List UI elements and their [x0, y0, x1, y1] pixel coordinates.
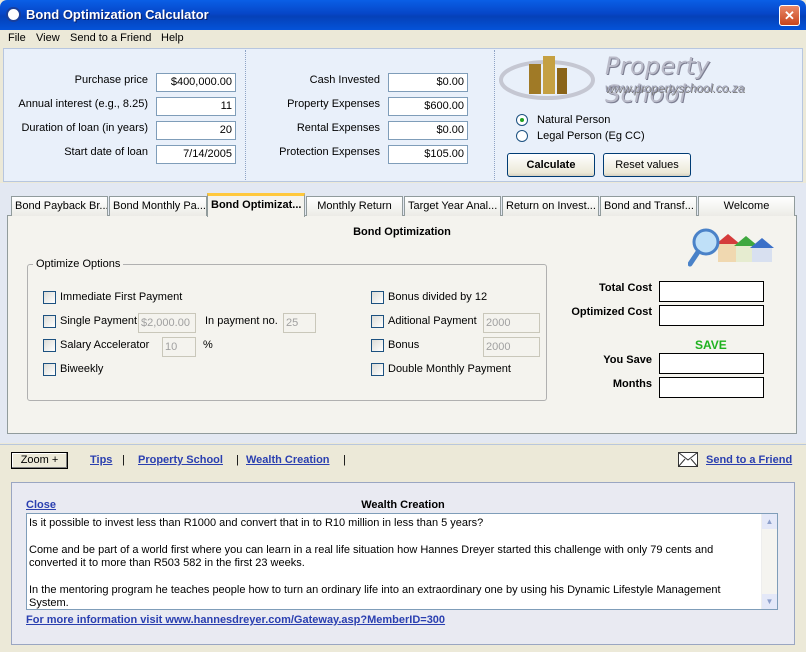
link-separator: |: [343, 454, 346, 466]
natural-person-label: Natural Person: [537, 114, 611, 126]
paragraph: Come and be part of a world first where …: [29, 544, 714, 569]
menu-file[interactable]: File: [8, 32, 26, 44]
bonus-checkbox[interactable]: [371, 339, 384, 352]
wealth-creation-text: Is it possible to invest less than R1000…: [26, 513, 778, 610]
property-school-link[interactable]: Property School: [138, 454, 223, 466]
houses-magnifier-icon: [688, 228, 774, 267]
more-info-link[interactable]: For more information visit www.hannesdre…: [26, 614, 445, 626]
salary-accelerator-label: Salary Accelerator: [60, 339, 150, 351]
percent-sign: %: [203, 339, 213, 351]
tab-bond-payback[interactable]: Bond Payback Br...: [11, 196, 108, 216]
tab-bond-optimization[interactable]: Bond Optimizat...: [207, 193, 305, 217]
optimize-options-legend: Optimize Options: [33, 258, 124, 270]
aditional-payment-input[interactable]: 2000: [483, 313, 540, 333]
biweekly-label: Biweekly: [60, 363, 104, 375]
send-to-friend-link[interactable]: Send to a Friend: [706, 454, 792, 466]
link-separator: |: [236, 454, 239, 466]
biweekly-checkbox[interactable]: [43, 363, 56, 376]
tips-link[interactable]: Tips: [90, 454, 112, 466]
cash-invested-input[interactable]: $0.00: [388, 73, 468, 92]
immediate-first-payment-checkbox[interactable]: [43, 291, 56, 304]
close-button[interactable]: ✕: [779, 5, 800, 26]
tab-bond-and-transfer[interactable]: Bond and Transf...: [600, 196, 697, 216]
menu-send-to-a-friend[interactable]: Send to a Friend: [70, 32, 151, 44]
tab-return-on-investment[interactable]: Return on Invest...: [502, 196, 599, 216]
window-title: Bond Optimization Calculator: [26, 7, 209, 22]
divider: [245, 50, 246, 180]
divider: [494, 50, 495, 180]
you-save-label: You Save: [603, 354, 652, 366]
you-save-output: [659, 353, 764, 374]
logo-url: www.propertyschool.co.za: [605, 81, 745, 95]
property-expenses-input[interactable]: $600.00: [388, 97, 468, 116]
salary-accelerator-checkbox[interactable]: [43, 339, 56, 352]
optimized-cost-output: [659, 305, 764, 326]
purchase-price-input[interactable]: $400,000.00: [156, 73, 236, 92]
in-payment-no-input[interactable]: 25: [283, 313, 316, 333]
bonus-divided-label: Bonus divided by 12: [388, 291, 488, 303]
rental-expenses-input[interactable]: $0.00: [388, 121, 468, 140]
tab-target-year-analysis[interactable]: Target Year Anal...: [404, 196, 501, 216]
logo-bars-icon: [499, 56, 595, 100]
purchase-price-label: Purchase price: [74, 74, 148, 86]
calculate-button[interactable]: Calculate: [507, 153, 595, 177]
optimized-cost-label: Optimized Cost: [571, 306, 652, 318]
wealth-creation-link[interactable]: Wealth Creation: [246, 454, 330, 466]
months-label: Months: [612, 378, 652, 390]
aditional-payment-checkbox[interactable]: [371, 315, 384, 328]
link-separator: |: [122, 454, 125, 466]
reset-values-button[interactable]: Reset values: [603, 153, 691, 177]
rental-expenses-label: Rental Expenses: [296, 122, 380, 134]
start-date-input[interactable]: 7/14/2005: [156, 145, 236, 164]
salary-accelerator-input[interactable]: 10: [162, 337, 196, 357]
zoom-button[interactable]: Zoom +: [11, 452, 68, 469]
app-icon: [6, 7, 21, 22]
tab-welcome[interactable]: Welcome: [698, 196, 795, 216]
menu-bar: File View Send to a Friend Help: [0, 30, 806, 48]
bonus-label: Bonus: [388, 339, 420, 351]
legal-person-radio[interactable]: [516, 130, 528, 142]
paragraph: Is it possible to invest less than R1000…: [29, 517, 484, 529]
bonus-divided-checkbox[interactable]: [371, 291, 384, 304]
envelope-icon[interactable]: [678, 452, 698, 467]
start-date-label: Start date of loan: [64, 146, 148, 158]
natural-person-radio[interactable]: [516, 114, 528, 126]
loan-duration-label: Duration of loan (in years): [21, 122, 148, 134]
immediate-first-payment-label: Immediate First Payment: [60, 291, 183, 303]
double-monthly-checkbox[interactable]: [371, 363, 384, 376]
tab-bond-monthly-payment[interactable]: Bond Monthly Pa...: [109, 196, 207, 216]
total-cost-output: [659, 281, 764, 302]
single-payment-amount-input[interactable]: $2,000.00: [138, 313, 196, 333]
legal-person-label: Legal Person (Eg CC): [537, 130, 645, 142]
menu-help[interactable]: Help: [161, 32, 184, 44]
aditional-payment-label: Aditional Payment: [388, 315, 477, 327]
scroll-up-icon[interactable]: ▲: [762, 514, 777, 529]
total-cost-label: Total Cost: [599, 282, 652, 294]
logo-name: Property School: [605, 52, 710, 108]
save-heading: SAVE: [695, 338, 727, 352]
annual-interest-input[interactable]: 11: [156, 97, 236, 116]
protection-expenses-input[interactable]: $105.00: [388, 145, 468, 164]
wealth-creation-title: Wealth Creation: [361, 499, 445, 511]
menu-view[interactable]: View: [36, 32, 60, 44]
months-output: [659, 377, 764, 398]
single-payment-checkbox[interactable]: [43, 315, 56, 328]
loan-duration-input[interactable]: 20: [156, 121, 236, 140]
double-monthly-label: Double Monthly Payment: [388, 363, 511, 375]
property-school-logo: Property School www.propertyschool.co.za: [497, 52, 787, 108]
vertical-scrollbar[interactable]: ▲ ▼: [761, 514, 777, 609]
bonus-input[interactable]: 2000: [483, 337, 540, 357]
protection-expenses-label: Protection Expenses: [279, 146, 380, 158]
scroll-down-icon[interactable]: ▼: [762, 594, 777, 609]
in-payment-no-label: In payment no.: [205, 315, 278, 327]
annual-interest-label: Annual interest (e.g., 8.25): [18, 98, 148, 110]
tab-monthly-return[interactable]: Monthly Return: [306, 196, 403, 216]
cash-invested-label: Cash Invested: [309, 74, 380, 86]
title-bar: Bond Optimization Calculator ✕: [0, 0, 806, 30]
page-title: Bond Optimization: [353, 226, 451, 238]
single-payment-label: Single Payment: [60, 315, 138, 327]
paragraph: In the mentoring program he teaches peop…: [29, 584, 721, 609]
property-expenses-label: Property Expenses: [287, 98, 380, 110]
